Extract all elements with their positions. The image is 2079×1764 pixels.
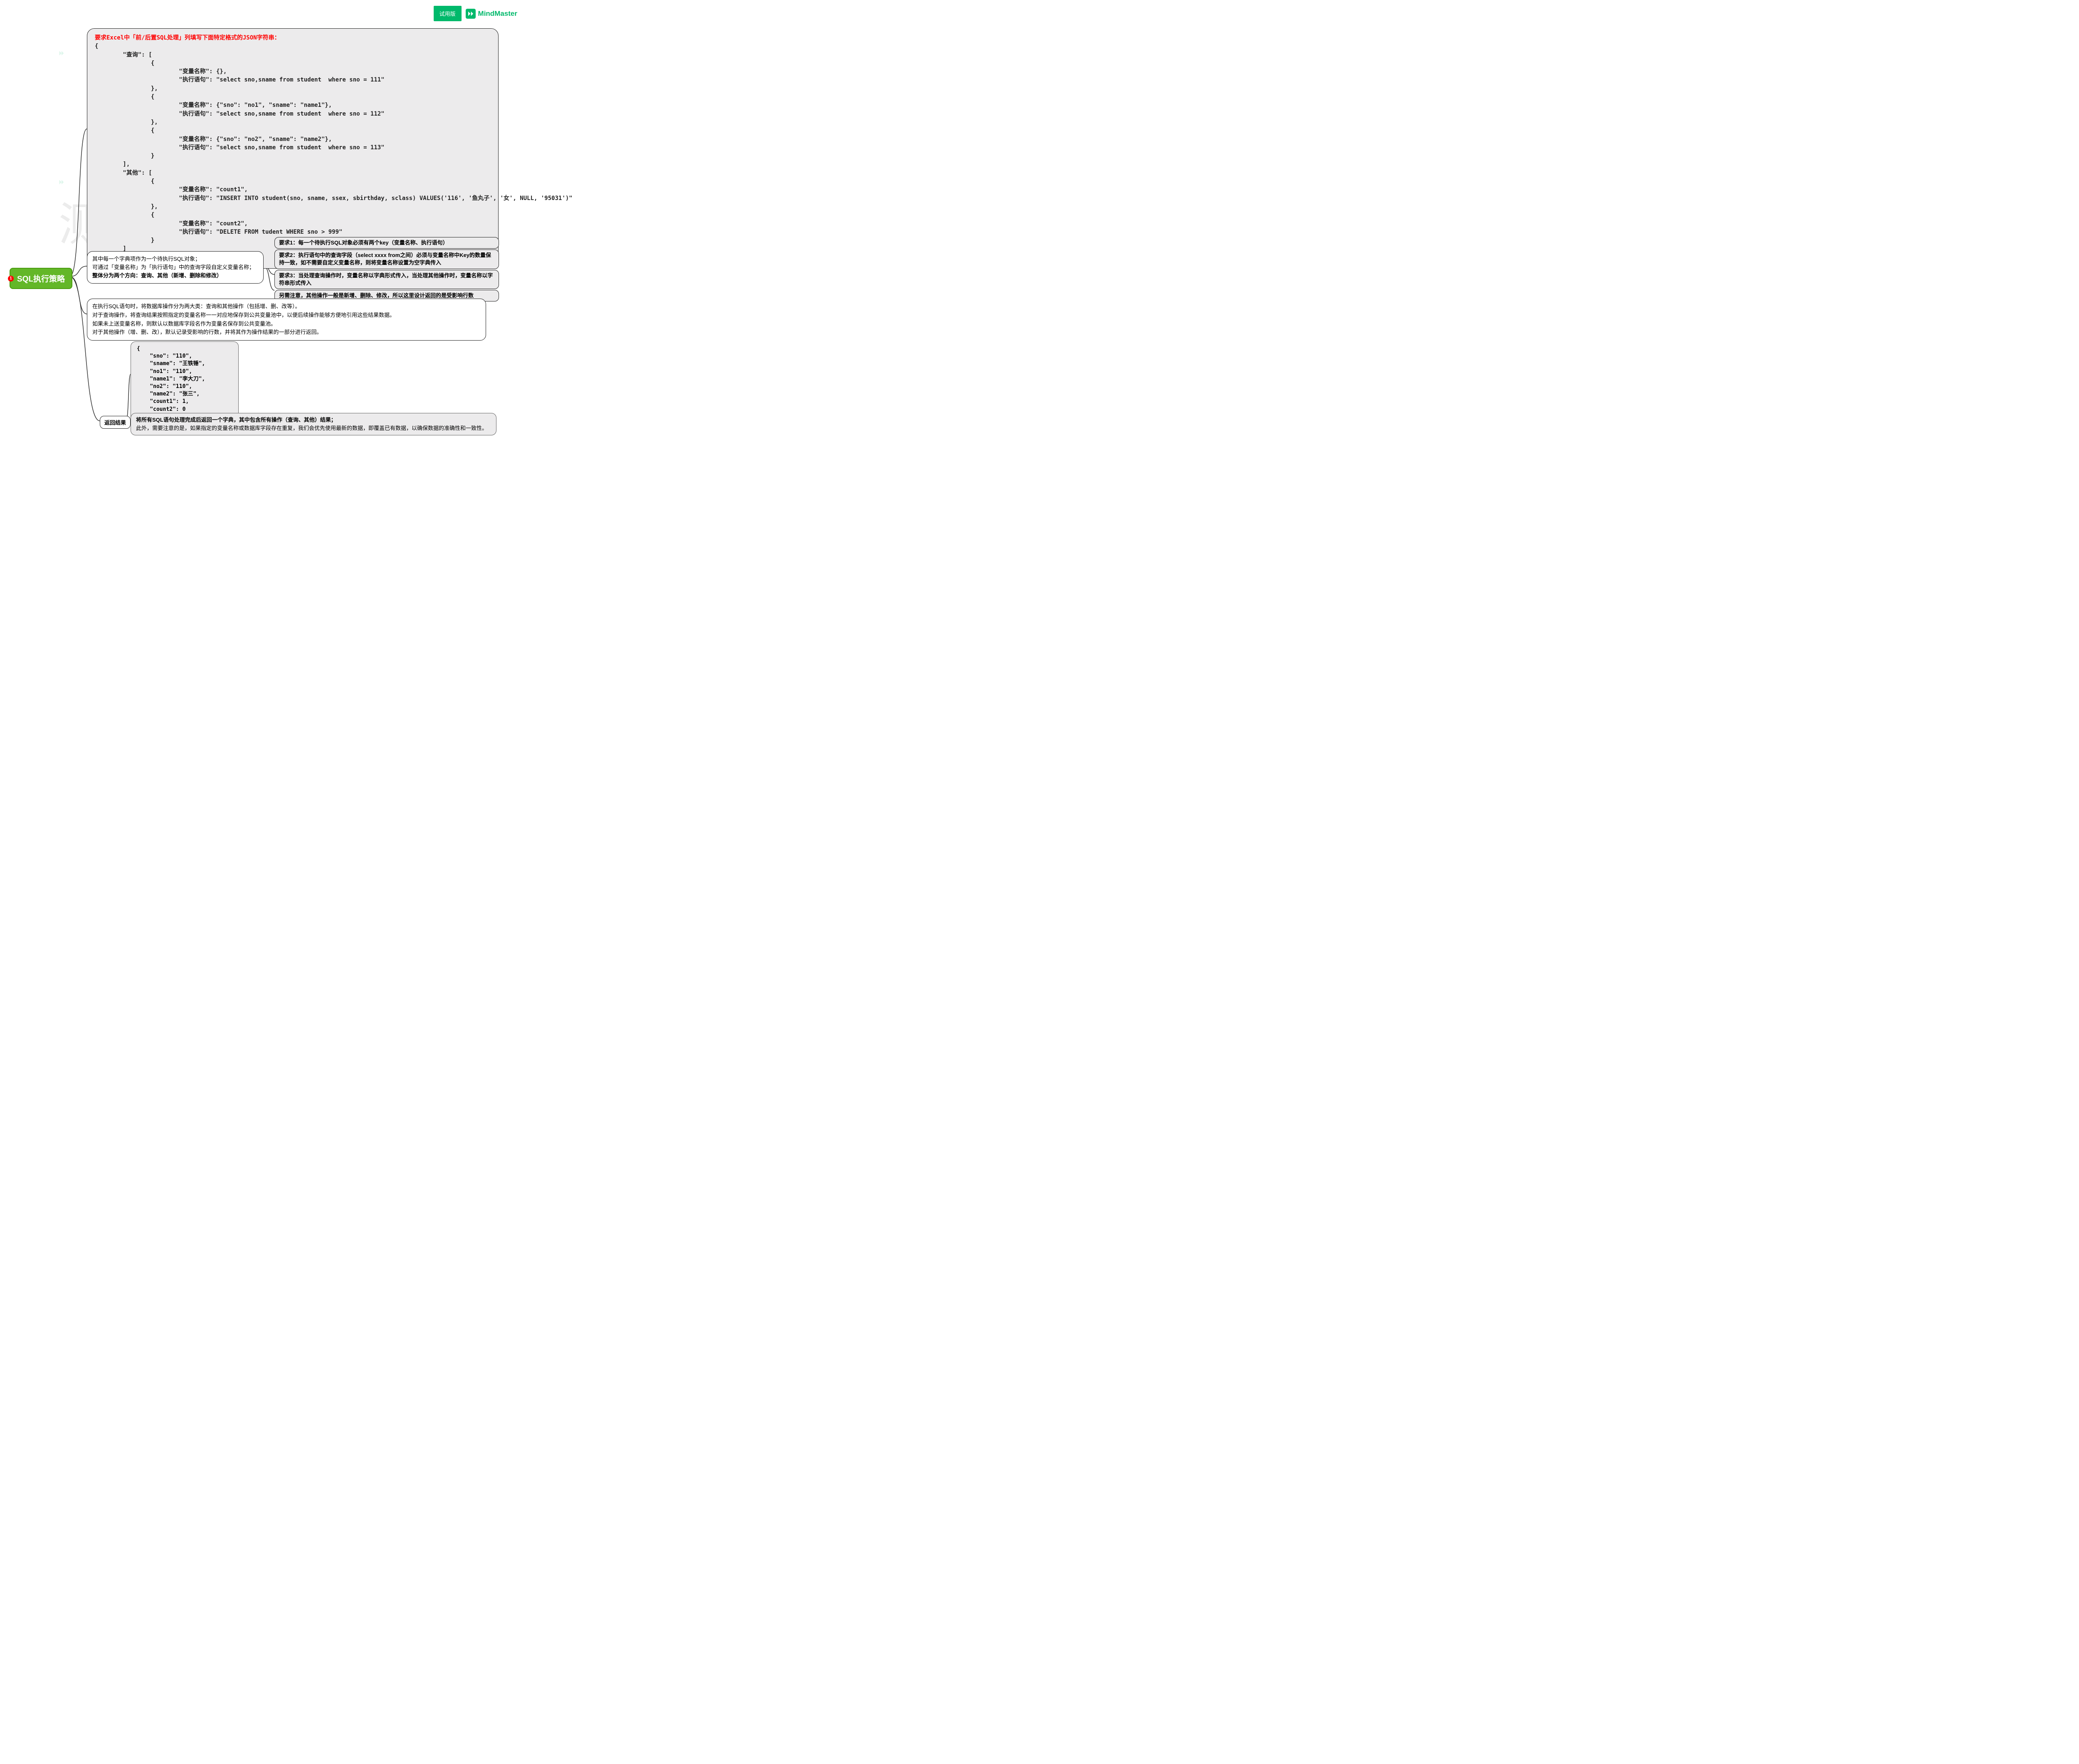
json-body: { "查询": [ { "变量名称": {}, "执行语句": "select … (95, 42, 491, 262)
return-desc-l1: 将所有SQL语句处理完成后返回一个字典，其中包含所有操作（查询、其他）结果； (136, 417, 336, 423)
exec-line2: 对于查询操作，将查询结果按照指定的变量名称一一对应地保存到公共变量池中，以便后续… (92, 311, 481, 320)
sql-object-desc-node[interactable]: 其中每一个字典项作为一个待执行SQL对象； 可通过「变量名称」为「执行语句」中的… (87, 251, 264, 284)
mindmaster-icon (466, 9, 476, 19)
root-title: SQL执行策略 (17, 275, 65, 284)
return-result-node[interactable]: 返回结果 (100, 416, 131, 429)
json-format-node[interactable]: 要求Excel中「前/后置SQL处理」列填写下面特定格式的JSON字符串： { … (87, 28, 499, 269)
requirements-list: 要求1：每一个待执行SQL对象必须有两个key（变量名称、执行语句） 要求2：执… (274, 237, 499, 302)
watermark-icon (58, 50, 65, 57)
trial-badge: 试用版 (434, 6, 462, 21)
exec-line4: 对于其他操作（增、删、改），默认记录受影响的行数，并将其作为操作结果的一部分进行… (92, 328, 481, 337)
brand-name: MindMaster (478, 10, 517, 18)
req-src-line1: 其中每一个字典项作为一个待执行SQL对象； (92, 255, 258, 263)
req-src-line3: 整体分为两个方向：查询、其他（新增、删除和修改） (92, 272, 258, 280)
requirement-2[interactable]: 要求2：执行语句中的查询字段（select xxxx from之间）必须与变量名… (274, 250, 499, 269)
brand-logo: MindMaster (466, 9, 517, 19)
root-badge: 1 (8, 276, 14, 282)
return-desc-node[interactable]: 将所有SQL语句处理完成后返回一个字典，其中包含所有操作（查询、其他）结果； 此… (131, 413, 496, 435)
exec-line1: 在执行SQL语句时，将数据库操作分为两大类：查询和其他操作（包括增、删、改等）。 (92, 302, 481, 311)
execution-desc-node[interactable]: 在执行SQL语句时，将数据库操作分为两大类：查询和其他操作（包括增、删、改等）。… (87, 299, 486, 341)
watermark-icon (58, 179, 65, 185)
json-header: 要求Excel中「前/后置SQL处理」列填写下面特定格式的JSON字符串： (95, 34, 491, 42)
return-json-node[interactable]: { "sno": "110", "sname": "王铁锤", "no1": "… (131, 341, 239, 425)
brand-bar: 试用版 MindMaster (434, 6, 517, 21)
exec-line3: 如果未上送变量名称，则默认以数据库字段名作为变量名保存到公共变量池。 (92, 320, 481, 329)
requirement-1[interactable]: 要求1：每一个待执行SQL对象必须有两个key（变量名称、执行语句） (274, 237, 499, 249)
req-src-line2: 可通过「变量名称」为「执行语句」中的查询字段自定义变量名称； (92, 263, 258, 272)
root-node[interactable]: 1 SQL执行策略 (10, 268, 72, 289)
requirement-3[interactable]: 要求3：当处理查询操作时，变量名称以字典形式传入，当处理其他操作时，变量名称以字… (274, 270, 499, 289)
return-desc-l2: 此外，需要注意的是，如果指定的变量名称或数据库字段存在重复，我们会优先使用最新的… (136, 425, 487, 431)
